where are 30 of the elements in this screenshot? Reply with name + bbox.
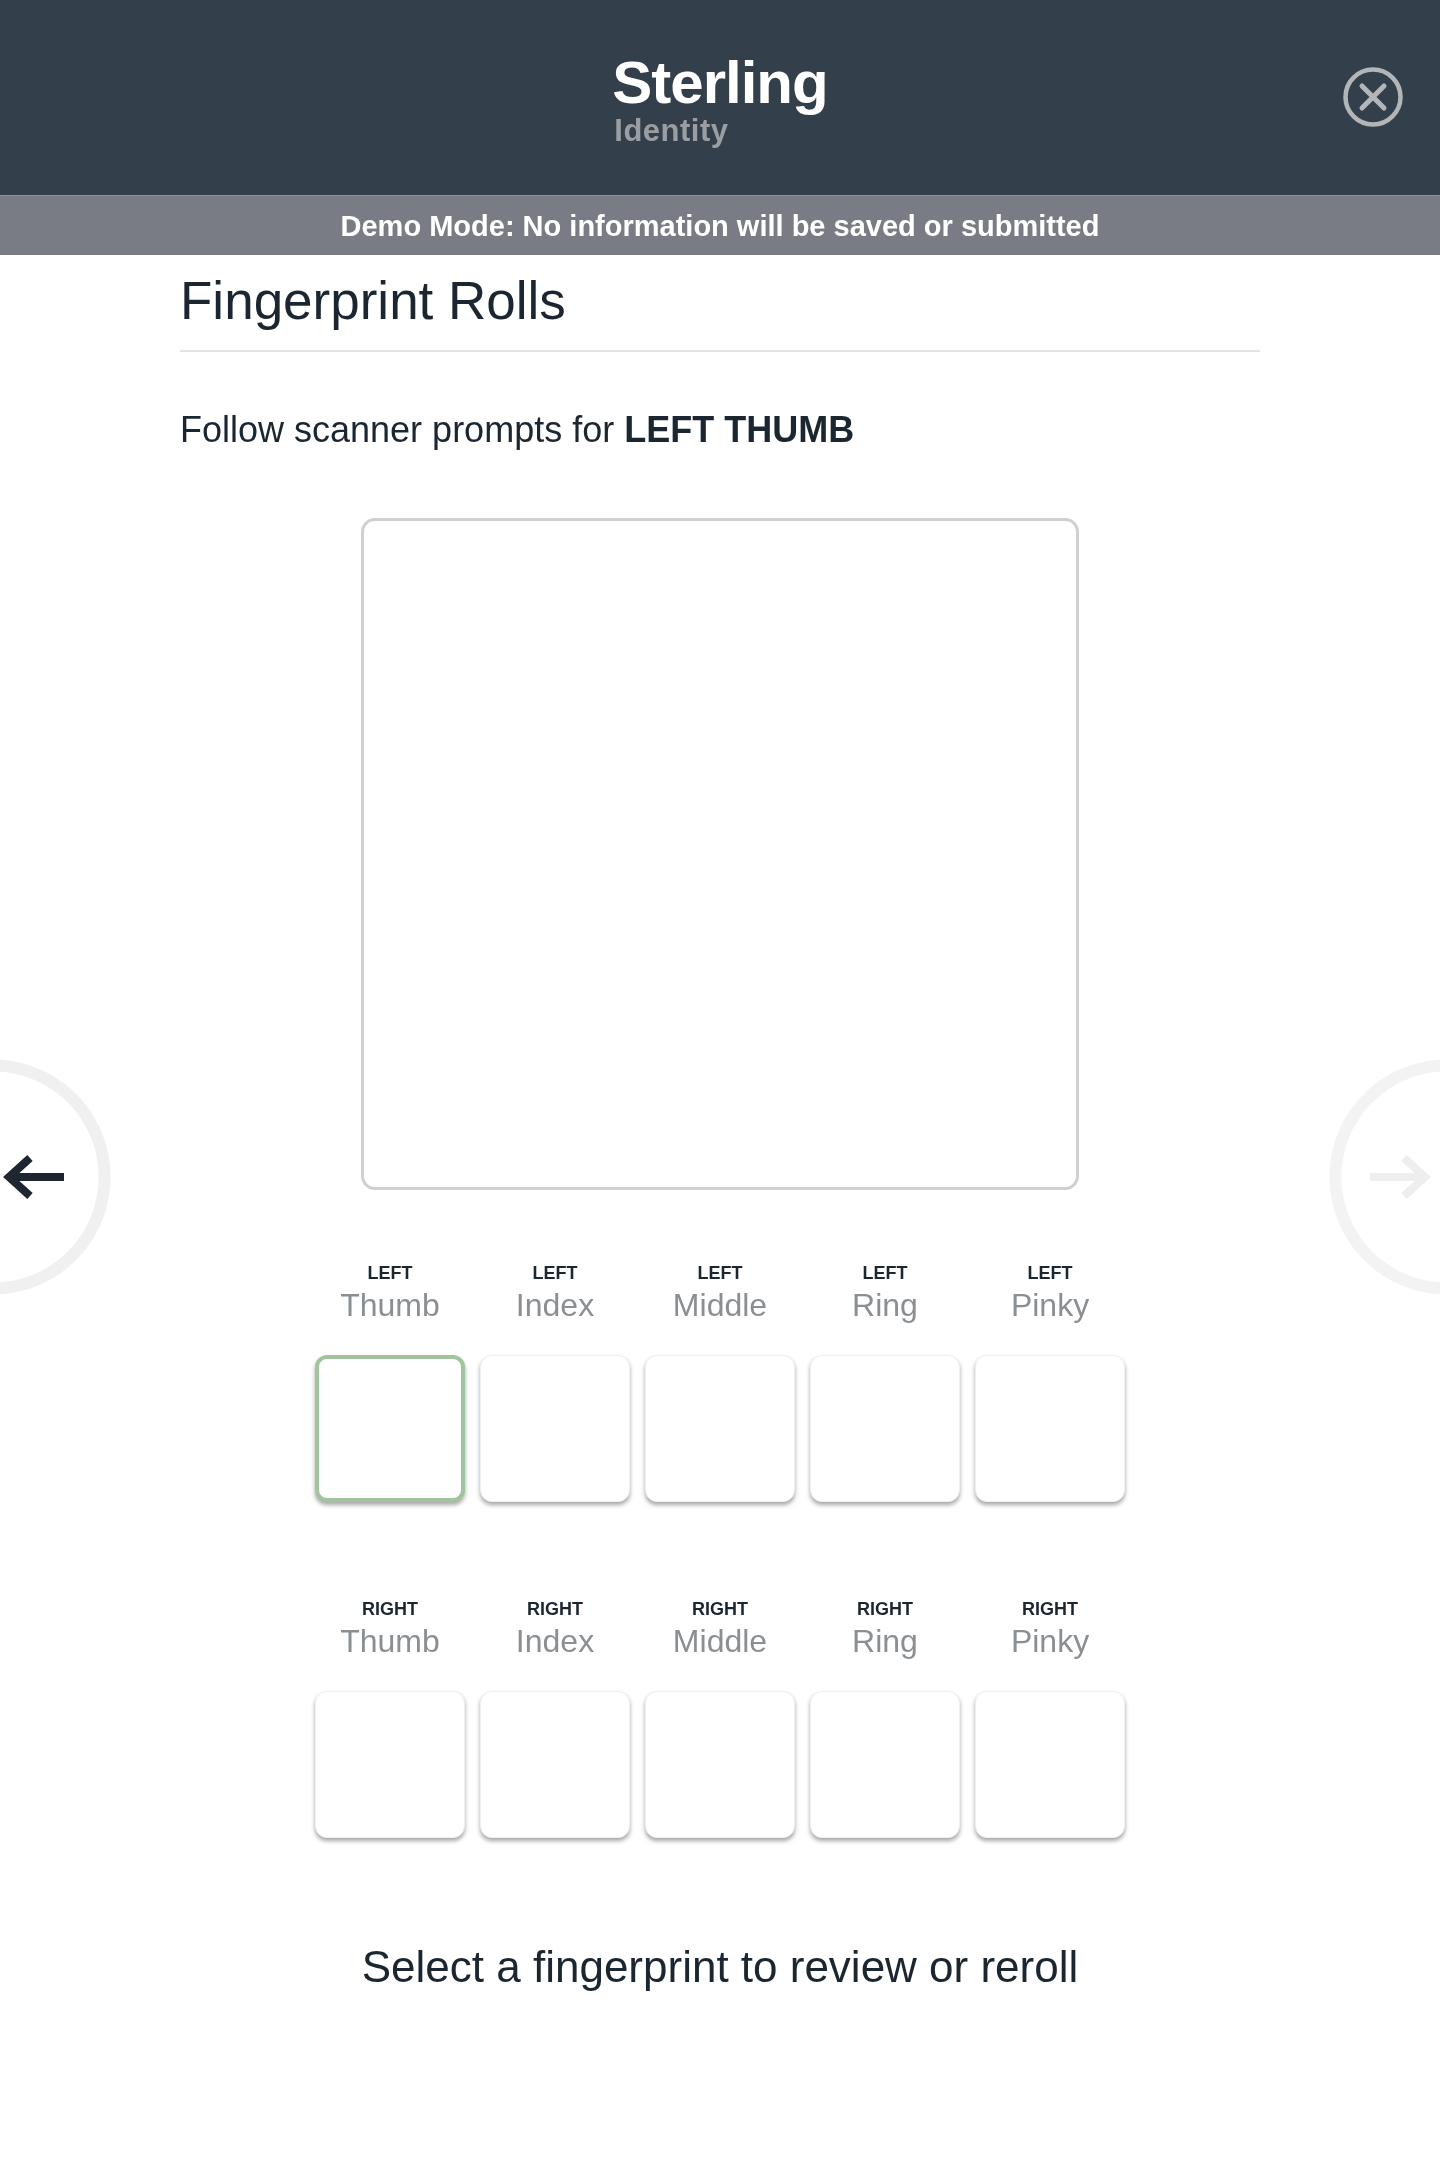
- finger-name-label: Index: [515, 1286, 595, 1324]
- demo-mode-banner: Demo Mode: No information will be saved or submitted: [0, 195, 1440, 255]
- hand-side-label: LEFT: [367, 1262, 413, 1284]
- finger-name-label: Thumb: [340, 1622, 440, 1660]
- hand-side-label: RIGHT: [1022, 1598, 1078, 1620]
- finger-name-label: Ring: [852, 1286, 918, 1324]
- brand-tagline: Identity: [614, 113, 729, 148]
- fingerprint-tile[interactable]: [315, 1355, 465, 1502]
- finger-name-label: Middle: [672, 1286, 768, 1324]
- page-title: Fingerprint Rolls: [180, 269, 1260, 352]
- finger-name-label: Index: [515, 1622, 595, 1660]
- finger-name-label: Pinky: [1010, 1622, 1090, 1660]
- finger-name-label: Pinky: [1010, 1286, 1090, 1324]
- finger-name-label: Thumb: [340, 1286, 440, 1324]
- hand-side-label: RIGHT: [362, 1598, 418, 1620]
- finger-name-label: Ring: [852, 1622, 918, 1660]
- hand-side-label: LEFT: [1027, 1262, 1073, 1284]
- brand-name: Sterling: [612, 51, 828, 114]
- hand-side-label: LEFT: [532, 1262, 578, 1284]
- hand-side-label: LEFT: [697, 1262, 743, 1284]
- left-arrow-icon: [2, 1154, 66, 1200]
- hand-side-label: RIGHT: [527, 1598, 583, 1620]
- hand-side-label: RIGHT: [692, 1598, 748, 1620]
- hand-side-label: LEFT: [862, 1262, 908, 1284]
- hand-side-label: RIGHT: [857, 1598, 913, 1620]
- close-icon: [1343, 67, 1403, 127]
- scanner-prompt: Follow scanner prompts for LEFT THUMB: [180, 408, 856, 452]
- finger-name-label: Middle: [672, 1622, 768, 1660]
- close-button[interactable]: [1343, 67, 1403, 127]
- instruction-text: Select a fingerprint to review or reroll: [360, 1941, 1080, 1993]
